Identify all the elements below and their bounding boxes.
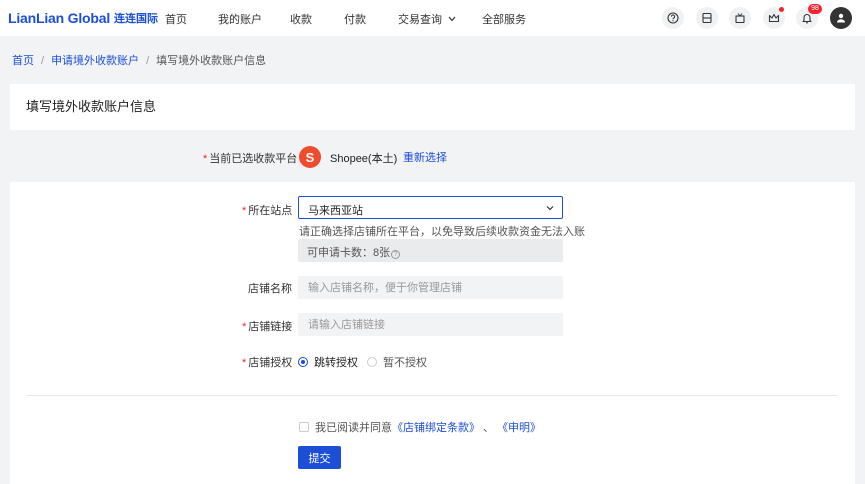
site-select-value: 马来西亚站 <box>308 205 363 217</box>
member-button[interactable] <box>763 7 785 29</box>
form-divider <box>26 395 838 396</box>
breadcrumb: 首页 / 申请境外收款账户 / 填写境外收款账户信息 <box>12 52 266 68</box>
nav-receive[interactable]: 收款 <box>290 11 312 27</box>
platform-name: Shopee(本土) <box>330 153 398 165</box>
radio-unchecked-icon <box>367 357 377 367</box>
member-dot <box>779 7 784 12</box>
nav-all-services[interactable]: 全部服务 <box>482 11 526 27</box>
wallet-button[interactable] <box>696 7 718 29</box>
breadcrumb-apply[interactable]: 申请境外收款账户 <box>51 55 139 67</box>
auth-option-skip-label: 暂不授权 <box>383 357 427 369</box>
card-quota: 可申请卡数：8张? <box>298 239 563 262</box>
auth-label-text: 店铺授权 <box>248 357 293 369</box>
notifications-button[interactable]: 98 <box>796 4 822 29</box>
store-name-label: 店铺名称 <box>248 283 292 295</box>
brand-name-en: LianLian Global <box>8 10 111 26</box>
agreement-separator: 、 <box>483 422 494 434</box>
help-button[interactable] <box>662 7 684 29</box>
notification-badge: 98 <box>808 4 822 14</box>
site-label-text: 所在站点 <box>248 205 293 217</box>
help-icon <box>667 12 679 24</box>
site-hint: 请正确选择店铺所在平台，以免导致后续收款资金无法入账 <box>299 226 585 238</box>
gift-button[interactable] <box>729 7 751 29</box>
brand-name-cn: 连连国际 <box>114 13 159 25</box>
crown-icon <box>768 13 780 23</box>
agreement-checkbox[interactable] <box>299 422 309 432</box>
breadcrumb-separator: / <box>146 55 150 67</box>
store-link-label-text: 店铺链接 <box>248 321 293 333</box>
submit-button[interactable]: 提交 <box>298 446 341 469</box>
chevron-down-icon <box>546 206 554 211</box>
auth-radio-skip[interactable]: 暂不授权 <box>367 354 427 370</box>
site-label: * 所在站点 <box>242 202 292 218</box>
nav-home[interactable]: 首页 <box>165 11 187 27</box>
required-mark: * <box>203 153 208 165</box>
page-title: 填写境外收款账户信息 <box>26 99 157 114</box>
top-navbar: LianLian Global 连连国际 首页 我的账户 收款 付款 交易查询 … <box>0 0 865 36</box>
auth-option-redirect-label: 跳转授权 <box>314 357 358 369</box>
breadcrumb-current: 填写境外收款账户信息 <box>156 55 267 67</box>
agreement-row: 我已阅读并同意 《店铺绑定条款》 、 《申明》 <box>299 419 541 435</box>
platform-label: * 当前已选收款平台 <box>203 150 297 166</box>
user-avatar[interactable] <box>830 7 852 29</box>
platform-label-text: 当前已选收款平台 <box>209 153 298 165</box>
wallet-icon <box>702 12 712 24</box>
user-icon <box>837 13 845 23</box>
brand-logo[interactable]: LianLian Global 连连国际 <box>8 8 158 28</box>
store-name-input[interactable] <box>298 276 563 299</box>
agreement-text: 我已阅读并同意 <box>315 422 392 434</box>
nav-pay[interactable]: 付款 <box>344 11 366 27</box>
radio-checked-icon <box>298 357 308 367</box>
auth-label: * 店铺授权 <box>242 354 292 370</box>
nav-transactions-label: 交易查询 <box>398 14 442 26</box>
breadcrumb-separator: / <box>41 55 45 67</box>
required-mark: * <box>242 205 247 217</box>
card-quota-value: 可申请卡数：8张 <box>307 247 391 259</box>
required-mark: * <box>242 357 247 369</box>
statement-link[interactable]: 《申明》 <box>497 419 541 435</box>
breadcrumb-home[interactable]: 首页 <box>12 55 34 67</box>
required-mark: * <box>242 321 247 333</box>
form-card: 填写境外收款账户信息 * 当前已选收款平台 S Shopee(本土) 重新选择 *… <box>10 84 855 484</box>
question-icon[interactable]: ? <box>391 250 401 259</box>
nav-my-account[interactable]: 我的账户 <box>218 11 262 27</box>
card-quota-text: 可申请卡数：8张? <box>307 244 401 260</box>
chevron-down-icon <box>448 16 456 22</box>
gift-icon <box>735 13 745 24</box>
store-binding-terms-link[interactable]: 《店铺绑定条款》 <box>392 419 480 435</box>
auth-radio-redirect[interactable]: 跳转授权 <box>298 354 358 370</box>
reselect-platform-link[interactable]: 重新选择 <box>403 149 447 165</box>
store-link-label: * 店铺链接 <box>242 318 292 334</box>
site-select[interactable]: 马来西亚站 <box>298 196 563 219</box>
nav-transactions[interactable]: 交易查询 <box>398 11 456 27</box>
store-link-input[interactable] <box>298 313 563 336</box>
shopee-logo-icon: S <box>299 146 321 168</box>
